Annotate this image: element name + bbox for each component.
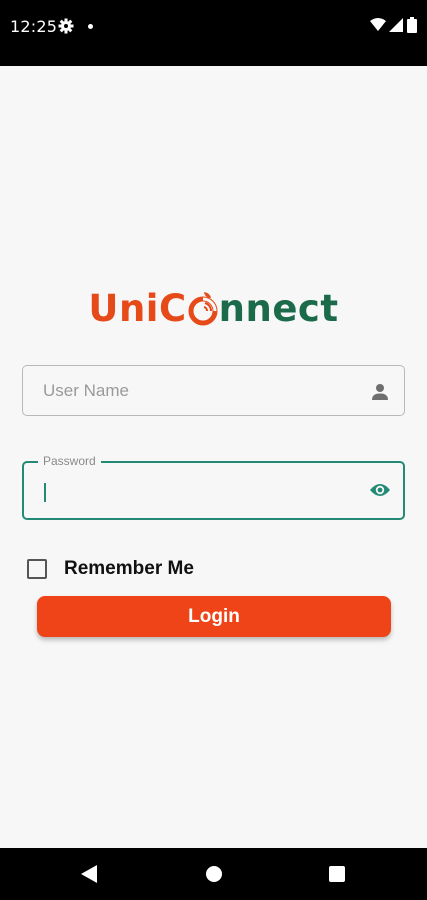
recents-icon[interactable] (329, 866, 345, 882)
password-input[interactable] (42, 463, 352, 518)
logo-text-nnect: nnect (218, 287, 339, 330)
login-button[interactable]: Login (37, 596, 391, 637)
logo-text-uni: Uni (88, 287, 159, 330)
status-time: 12:25 (10, 17, 58, 36)
logo-text-c: C (159, 287, 187, 330)
signal-icon (389, 18, 403, 32)
battery-icon (407, 17, 417, 33)
notification-dot-icon (88, 24, 93, 29)
username-input[interactable] (43, 366, 363, 415)
navigation-bar (0, 848, 427, 900)
logo-o-icon (188, 292, 218, 326)
back-icon[interactable] (81, 865, 97, 883)
status-bar: 12:25 (0, 0, 427, 66)
remember-me-label: Remember Me (64, 558, 194, 579)
username-field[interactable] (22, 365, 405, 416)
person-icon (372, 384, 388, 400)
wifi-icon (370, 18, 386, 31)
password-field[interactable]: Password (22, 454, 405, 520)
phone-screen: 12:25 UniC nnect User Name Password Reme… (0, 0, 427, 900)
remember-me-checkbox[interactable] (27, 559, 47, 579)
app-logo: UniC nnect (0, 282, 427, 336)
home-icon[interactable] (206, 866, 222, 882)
text-cursor (44, 483, 46, 502)
gear-icon (58, 18, 74, 34)
eye-icon[interactable] (369, 482, 391, 498)
